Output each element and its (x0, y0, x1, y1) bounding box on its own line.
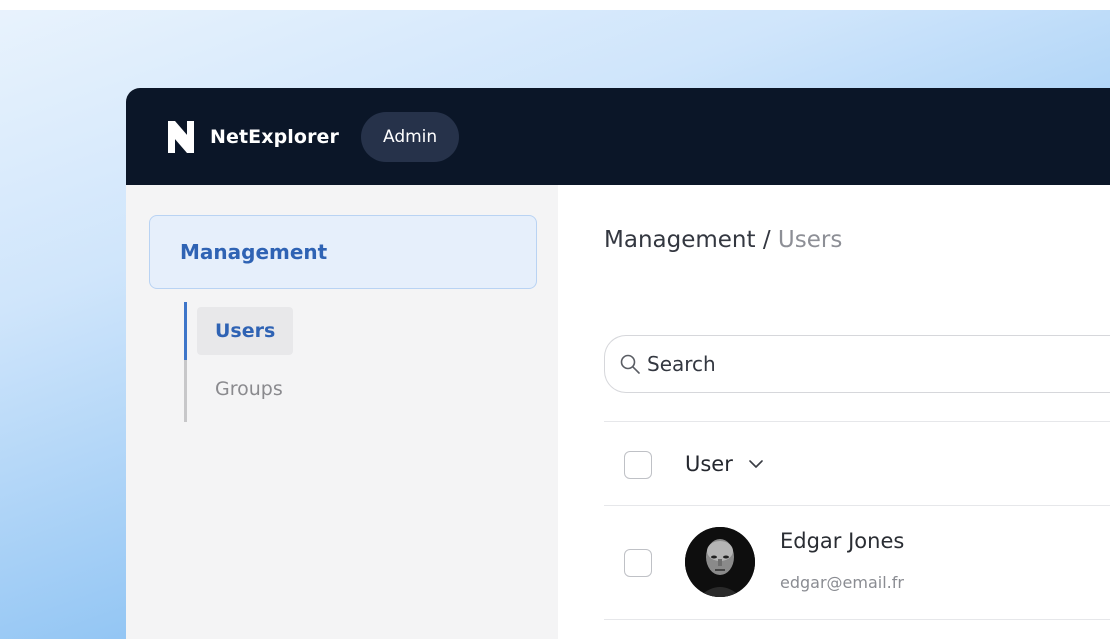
select-all-checkbox[interactable] (624, 451, 652, 479)
divider (604, 505, 1110, 506)
row-checkbox[interactable] (624, 549, 652, 577)
app-window: NetExplorer Admin Management Users Group… (126, 88, 1110, 639)
breadcrumb: Management / Users (604, 227, 842, 253)
sidebar-section-management[interactable]: Management (149, 215, 537, 289)
divider (604, 619, 1110, 620)
sidebar: Management Users Groups (126, 185, 558, 639)
search-icon (620, 354, 640, 374)
top-strip (0, 0, 1110, 10)
avatar-portrait (685, 527, 755, 597)
search-box[interactable] (604, 335, 1110, 393)
active-indicator (184, 302, 187, 360)
breadcrumb-current: Users (777, 227, 843, 253)
user-email: edgar@email.fr (780, 573, 904, 592)
sidebar-subnav: Users Groups (184, 302, 484, 422)
brand-name: NetExplorer (210, 125, 339, 148)
column-header-user[interactable]: User (685, 448, 765, 480)
main-content: Management / Users User (558, 185, 1110, 639)
netexplorer-logo-icon (168, 120, 194, 153)
avatar (685, 527, 755, 597)
sidebar-item-users[interactable]: Users (197, 307, 294, 355)
breadcrumb-separator: / (755, 227, 778, 253)
search-input[interactable] (647, 352, 1047, 376)
top-bar: NetExplorer Admin (126, 88, 1110, 185)
chevron-down-icon[interactable] (747, 458, 765, 470)
user-name[interactable]: Edgar Jones (780, 529, 904, 553)
breadcrumb-parent[interactable]: Management (604, 227, 756, 253)
column-header-label: User (685, 452, 733, 476)
admin-badge[interactable]: Admin (361, 111, 460, 162)
divider (604, 421, 1110, 422)
sidebar-item-groups[interactable]: Groups (197, 365, 301, 413)
